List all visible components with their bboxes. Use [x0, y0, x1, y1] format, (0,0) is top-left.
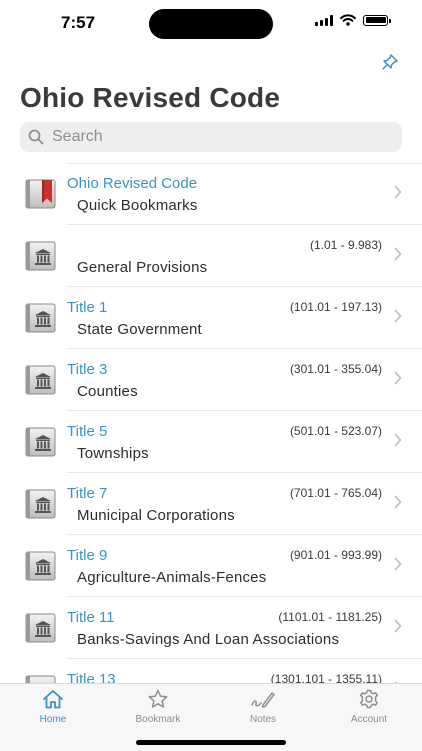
- row-range: (301.01 - 355.04): [289, 362, 382, 376]
- list-item-quick-bookmarks[interactable]: Ohio Revised Code Quick Bookmarks: [0, 163, 422, 225]
- chevron-right-icon: [394, 619, 402, 633]
- row-title: Title 11: [67, 609, 115, 626]
- tab-notes[interactable]: Notes: [228, 689, 298, 729]
- list-item-title-11[interactable]: Title 11 (1101.01 - 1181.25) Banks-Savin…: [0, 597, 422, 659]
- row-subtitle: General Provisions: [77, 259, 208, 276]
- row-range: (901.01 - 993.99): [289, 548, 382, 562]
- row-subtitle: Banks-Savings And Loan Associations: [77, 631, 340, 648]
- chevron-right-icon: [394, 247, 402, 261]
- row-title: Title 7: [67, 485, 108, 502]
- search-bar[interactable]: [20, 122, 402, 152]
- list-item-general-provisions[interactable]: (1.01 - 9.983) General Provisions: [0, 225, 422, 287]
- row-subtitle: State Government: [77, 321, 202, 338]
- dynamic-island: [149, 9, 273, 39]
- row-range: (501.01 - 523.07): [289, 424, 382, 438]
- home-icon: [43, 690, 63, 709]
- row-subtitle: Quick Bookmarks: [77, 197, 198, 214]
- building-book-icon: [25, 241, 56, 271]
- status-icons: [315, 14, 391, 26]
- row-range: (1101.01 - 1181.25): [278, 610, 382, 624]
- bookmark-book-icon: [25, 179, 56, 209]
- chevron-right-icon: [394, 495, 402, 509]
- row-range: (101.01 - 197.13): [289, 300, 382, 314]
- tab-label: Home: [39, 714, 67, 725]
- list-item-title-7[interactable]: Title 7 (701.01 - 765.04) Municipal Corp…: [0, 473, 422, 535]
- pin-icon: [382, 54, 398, 70]
- building-book-icon: [25, 365, 56, 395]
- row-title: Title 3: [67, 361, 108, 378]
- row-range: (1.01 - 9.983): [309, 238, 382, 252]
- list-item-title-1[interactable]: Title 1 (101.01 - 197.13) State Governme…: [0, 287, 422, 349]
- building-book-icon: [25, 427, 56, 457]
- tab-account[interactable]: Account: [334, 689, 404, 729]
- row-range: (701.01 - 765.04): [289, 486, 382, 500]
- row-subtitle: Townships: [77, 445, 149, 462]
- chevron-right-icon: [394, 185, 402, 199]
- wifi-icon: [340, 14, 356, 26]
- building-book-icon: [25, 613, 56, 643]
- chevron-right-icon: [394, 433, 402, 447]
- chevron-right-icon: [394, 371, 402, 385]
- row-subtitle: Counties: [77, 383, 138, 400]
- status-bar: 7:57: [0, 0, 422, 50]
- tab-label: Notes: [249, 714, 277, 725]
- chevron-right-icon: [394, 309, 402, 323]
- home-indicator: [136, 740, 286, 745]
- list-item-title-5[interactable]: Title 5 (501.01 - 523.07) Townships: [0, 411, 422, 473]
- gear-icon: [359, 689, 379, 709]
- tab-label: Account: [350, 714, 388, 725]
- battery-icon: [363, 14, 391, 26]
- search-input[interactable]: [50, 127, 384, 147]
- building-book-icon: [25, 551, 56, 581]
- tab-home[interactable]: Home: [18, 689, 88, 729]
- list-item-title-3[interactable]: Title 3 (301.01 - 355.04) Counties: [0, 349, 422, 411]
- status-time: 7:57: [61, 13, 96, 32]
- row-subtitle: Municipal Corporations: [77, 507, 235, 524]
- search-icon: [28, 129, 44, 145]
- pencil-icon: [251, 692, 275, 708]
- row-title: Ohio Revised Code: [67, 175, 198, 192]
- building-book-icon: [25, 303, 56, 333]
- page-title: Ohio Revised Code: [20, 82, 281, 113]
- star-icon: [148, 689, 168, 708]
- cellular-signal-icon: [315, 14, 333, 26]
- list-item-title-9[interactable]: Title 9 (901.01 - 993.99) Agriculture-An…: [0, 535, 422, 597]
- building-book-icon: [25, 489, 56, 519]
- chevron-right-icon: [394, 557, 402, 571]
- row-title: Title 1: [67, 299, 108, 316]
- row-subtitle: Agriculture-Animals-Fences: [77, 569, 267, 586]
- pin-button[interactable]: [378, 50, 402, 74]
- row-title: Title 5: [67, 423, 108, 440]
- tab-label: Bookmark: [135, 714, 181, 725]
- tab-bookmark[interactable]: Bookmark: [123, 689, 193, 729]
- row-title: Title 9: [67, 547, 108, 564]
